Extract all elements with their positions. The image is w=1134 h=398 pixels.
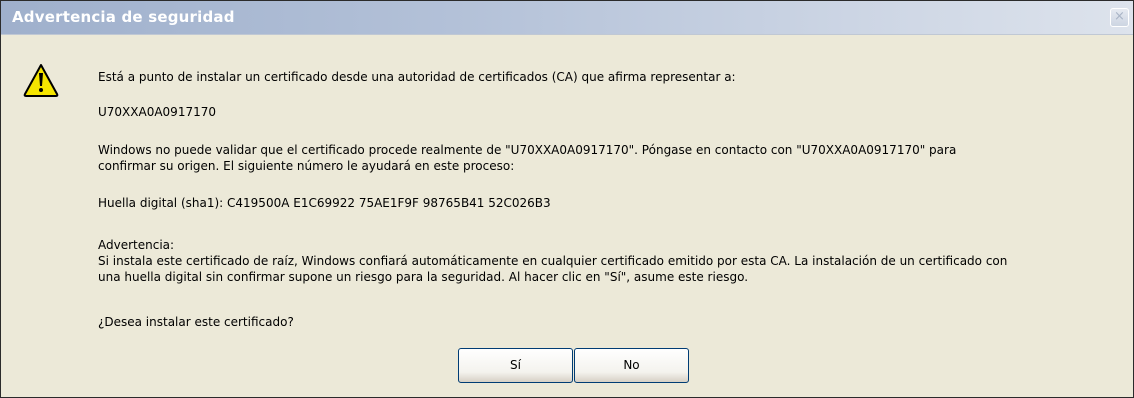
close-button[interactable]: × [1110,8,1129,27]
warning-line-2: una huella digital sin confirmar supone … [98,270,749,284]
yes-button[interactable]: Sí [458,348,573,383]
ca-name: U70XXA0A0917170 [98,105,216,119]
intro-text: Está a punto de instalar un certificado … [98,70,736,84]
security-warning-dialog: Advertencia de seguridad × Está a punto … [0,0,1134,398]
validation-line-1: Windows no puede validar que el certific… [98,143,957,157]
warning-line-1: Si instala este certificado de raíz, Win… [98,254,1008,268]
warning-block: Advertencia: Si instala este certificado… [98,237,1108,285]
thumbprint-text: Huella digital (sha1): C419500A E1C69922… [98,196,551,210]
validation-text: Windows no puede validar que el certific… [98,142,1108,174]
confirmation-question: ¿Desea instalar este certificado? [98,315,294,329]
no-button[interactable]: No [574,348,689,383]
close-icon: × [1114,9,1125,24]
warning-heading: Advertencia: [98,238,175,252]
validation-line-2: confirmar su origen. El siguiente número… [98,159,515,173]
title-bar[interactable]: Advertencia de seguridad × [1,1,1133,35]
warning-icon [23,64,59,97]
dialog-title: Advertencia de seguridad [12,8,235,26]
